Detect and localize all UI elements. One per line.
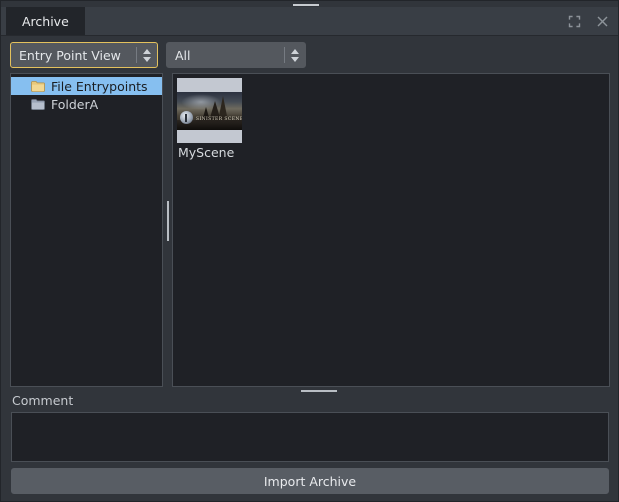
window-drag-handle[interactable] xyxy=(293,4,319,6)
thumbnail-label: MyScene xyxy=(178,145,235,160)
tree-item-label: File Entrypoints xyxy=(51,78,148,94)
filter-dropdown[interactable]: All xyxy=(166,42,306,68)
close-icon[interactable] xyxy=(592,11,612,31)
tab-bar: Archive xyxy=(1,7,618,36)
scene-preview-art: SINISTER SCENE xyxy=(177,91,242,130)
scene-brand-text: SINISTER SCENE xyxy=(196,116,242,122)
entrypoint-tree: File Entrypoints FolderA xyxy=(11,74,162,113)
vertical-splitter[interactable] xyxy=(163,73,172,387)
entrypoint-tree-panel[interactable]: File Entrypoints FolderA xyxy=(10,73,163,387)
tab-archive[interactable]: Archive xyxy=(6,7,85,35)
thumbnail-grid: SINISTER SCENE MyScene xyxy=(173,74,609,164)
toolbar: Entry Point View All xyxy=(10,42,609,68)
window-controls xyxy=(564,7,612,35)
thumbnail-item-myscene[interactable]: SINISTER SCENE MyScene xyxy=(177,78,243,160)
tab-archive-label: Archive xyxy=(22,13,69,29)
view-mode-dropdown-value: Entry Point View xyxy=(19,47,121,63)
archive-window: Archive Entry Point View All File Entryp… xyxy=(0,0,619,502)
maximize-icon[interactable] xyxy=(564,11,584,31)
view-mode-dropdown[interactable]: Entry Point View xyxy=(10,42,158,68)
comment-input[interactable] xyxy=(11,412,609,462)
horizontal-splitter[interactable] xyxy=(10,387,610,395)
thumbnail-image: SINISTER SCENE xyxy=(177,78,242,143)
tree-item-foldera[interactable]: FolderA xyxy=(11,95,162,113)
tree-item-label: FolderA xyxy=(51,96,99,112)
vertical-splitter-grip[interactable] xyxy=(167,201,169,241)
import-archive-button-label: Import Archive xyxy=(263,473,357,489)
chevron-updown-icon[interactable] xyxy=(285,48,305,62)
filter-dropdown-value: All xyxy=(175,47,191,63)
thumbnail-panel[interactable]: SINISTER SCENE MyScene xyxy=(172,73,610,387)
folder-icon-grey xyxy=(31,98,45,110)
import-archive-button[interactable]: Import Archive xyxy=(11,468,609,494)
chevron-updown-icon[interactable] xyxy=(137,48,157,62)
horizontal-splitter-grip[interactable] xyxy=(301,390,337,392)
comment-label: Comment xyxy=(12,393,74,408)
folder-icon-yellow xyxy=(31,80,45,92)
archive-browser: File Entrypoints FolderA SINISTER SCENE … xyxy=(10,73,610,387)
tree-item-file-entrypoints[interactable]: File Entrypoints xyxy=(11,77,162,95)
